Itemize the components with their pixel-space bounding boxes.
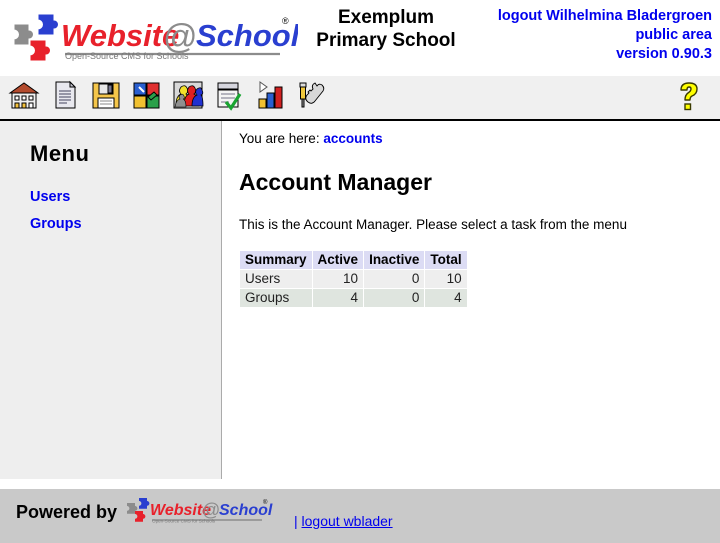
column-header-total: Total (425, 251, 467, 269)
header-user-info: logout Wilhelmina Bladergroen public are… (498, 7, 712, 64)
footer-puzzle-pieces-icon (127, 498, 150, 522)
puzzle-pieces-icon (13, 13, 59, 62)
footer-logo-registered-mark: ® (263, 499, 268, 506)
sidebar: Menu Users Groups (0, 121, 222, 479)
footer-logo-tagline: Open-Source CMS for Schools (152, 519, 216, 524)
cell-row-label: Groups (240, 289, 312, 307)
cell-total: 10 (425, 270, 467, 288)
column-header-active: Active (312, 251, 364, 269)
cell-total: 4 (425, 289, 467, 307)
footer-logo[interactable]: Website @ School ® Open-Source CMS for S… (125, 495, 275, 529)
help-question-mark-icon[interactable] (674, 80, 704, 112)
intro-text: This is the Account Manager. Please sele… (239, 217, 627, 232)
summary-table: Summary Active Inactive Total Users 10 0… (239, 250, 468, 308)
powered-by-label: Powered by (16, 501, 118, 522)
cell-inactive: 0 (364, 289, 425, 307)
page-manager-icon[interactable] (49, 79, 81, 111)
breadcrumb-item-accounts[interactable]: accounts (323, 131, 382, 146)
main-toolbar (0, 76, 720, 121)
page-title: Account Manager (239, 169, 432, 195)
school-name-line2: Primary School (316, 30, 456, 51)
page-footer: Powered by Website @ School ® Open-Sourc… (0, 488, 720, 543)
logout-link-top[interactable]: logout Wilhelmina Bladergroen (498, 7, 712, 26)
logo-registered-mark: ® (282, 16, 289, 26)
site-logo[interactable]: Website @ School ® Open-Source CMS for S… (8, 6, 298, 68)
website-at-school-logo: Website @ School ® Open-Source CMS for S… (13, 13, 298, 62)
footer-logout-link[interactable]: logout wblader (302, 513, 393, 529)
tasks-checklist-icon[interactable] (213, 79, 245, 111)
sidebar-menu: Users Groups (30, 189, 221, 232)
logo-word-website: Website (61, 18, 179, 53)
page-header: Website @ School ® Open-Source CMS for S… (0, 0, 720, 76)
table-row: Users 10 0 10 (240, 270, 467, 288)
breadcrumb: You are here: accounts (239, 131, 720, 146)
footer-separator: | (294, 513, 298, 529)
cell-inactive: 0 (364, 270, 425, 288)
version-label: version 0.90.3 (616, 46, 712, 62)
account-manager-icon[interactable] (172, 79, 204, 111)
column-header-summary: Summary (240, 251, 312, 269)
school-name-line1: Exemplum (337, 7, 435, 28)
sidebar-title: Menu (30, 141, 90, 166)
sidebar-item-users[interactable]: Users (30, 189, 221, 205)
footer-branding: Powered by Website @ School ® Open-Sourc… (16, 495, 275, 529)
breadcrumb-prefix: You are here: (239, 131, 320, 146)
help-icon[interactable] (674, 80, 704, 112)
table-header-row: Summary Active Inactive Total (240, 251, 467, 269)
cell-active: 10 (312, 270, 364, 288)
cell-row-label: Users (240, 270, 312, 288)
footer-logout: | logout wblader (294, 513, 393, 529)
sidebar-item-groups[interactable]: Groups (30, 216, 221, 232)
column-header-inactive: Inactive (364, 251, 425, 269)
tools-icon[interactable] (295, 79, 327, 111)
cell-active: 4 (312, 289, 364, 307)
school-name: Exemplum Primary School (300, 6, 472, 52)
page-body: Menu Users Groups You are here: accounts… (0, 121, 720, 528)
statistics-icon[interactable] (254, 79, 286, 111)
logo-tagline: Open-Source CMS for Schools (65, 51, 189, 61)
footer-logo-word-at: @ (202, 500, 220, 520)
logout-link-top-anchor[interactable]: logout Wilhelmina Bladergroen (498, 8, 712, 24)
content-area: You are here: accounts Account Manager T… (223, 121, 720, 528)
school-home-icon[interactable] (8, 79, 40, 111)
area-label: public area (635, 27, 712, 43)
module-manager-icon[interactable] (131, 79, 163, 111)
file-manager-icon[interactable] (90, 79, 122, 111)
table-row: Groups 4 0 4 (240, 289, 467, 307)
toolbar-icon-group (8, 79, 327, 111)
